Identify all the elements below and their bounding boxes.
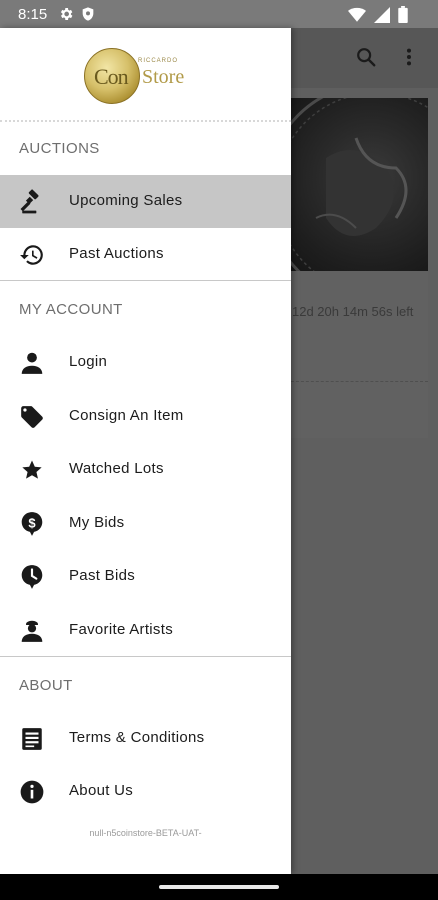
header-divider [0, 120, 291, 122]
person-icon [19, 350, 45, 376]
system-nav-bar [0, 874, 438, 900]
history-icon [19, 242, 45, 268]
nav-item-terms-and-conditions[interactable]: Terms & Conditions [0, 712, 291, 765]
signal-icon [374, 6, 390, 28]
nav-item-label: Watched Lots [69, 460, 164, 477]
section-title-my-account: MY ACCOUNT [19, 301, 123, 318]
nav-item-label: About Us [69, 782, 134, 799]
artist-icon [19, 618, 45, 644]
nav-item-favorite-artists[interactable]: Favorite Artists [0, 604, 291, 657]
svg-text:$: $ [28, 515, 36, 530]
section-title-about: ABOUT [19, 677, 73, 694]
build-version-text: null-n5coinstore-BETA-UAT- [89, 828, 202, 838]
nav-item-login[interactable]: Login [0, 336, 291, 389]
nav-item-about-us[interactable]: About Us [0, 765, 291, 818]
auction-card[interactable]: 12d 20h 14m 56s left [286, 98, 428, 438]
section-divider [0, 280, 291, 281]
clock-pin-icon [19, 564, 45, 590]
gear-icon [58, 6, 74, 27]
logo-pre-text: RICCARDO [138, 58, 179, 64]
drawer-header: RICCARDO Con Store [0, 28, 291, 120]
section-title-auctions: AUCTIONS [19, 140, 100, 157]
nav-item-past-bids[interactable]: Past Bids [0, 550, 291, 603]
logo-text-store: Store [142, 66, 185, 88]
nav-item-label: Past Bids [69, 567, 136, 584]
nav-item-label: Past Auctions [69, 245, 164, 262]
nav-item-consign-an-item[interactable]: Consign An Item [0, 390, 291, 443]
section-divider [0, 656, 291, 657]
more-vert-icon[interactable] [404, 46, 414, 73]
home-gesture-handle[interactable] [159, 885, 279, 889]
wifi-icon [348, 7, 366, 28]
nav-item-past-auctions[interactable]: Past Auctions [0, 228, 291, 281]
nav-item-label: My Bids [69, 514, 125, 531]
nav-item-upcoming-sales[interactable]: Upcoming Sales [0, 175, 291, 228]
status-time: 8:15 [18, 6, 48, 23]
status-bar: 8:15 [0, 0, 438, 28]
navigation-drawer: RICCARDO Con Store AUCTIONS Upcoming Sal… [0, 28, 291, 874]
auction-card-image [286, 98, 428, 271]
shield-icon [80, 6, 96, 27]
battery-icon [398, 6, 408, 28]
nav-item-my-bids[interactable]: $ My Bids [0, 497, 291, 550]
time-left-text: 12d 20h 14m 56s left [292, 304, 414, 319]
search-icon[interactable] [355, 46, 377, 73]
tag-icon [19, 404, 45, 430]
star-icon [19, 457, 45, 483]
info-icon [19, 779, 45, 805]
card-divider [286, 381, 428, 382]
nav-item-label: Favorite Artists [69, 621, 173, 638]
gavel-icon [19, 189, 45, 215]
coinstore-logo[interactable]: RICCARDO Con Store [84, 44, 204, 104]
document-icon [19, 726, 45, 752]
dollar-pin-icon: $ [19, 511, 45, 537]
nav-item-label: Terms & Conditions [69, 729, 205, 746]
nav-item-watched-lots[interactable]: Watched Lots [0, 443, 291, 496]
logo-text-con: Con [94, 64, 129, 89]
nav-item-label: Consign An Item [69, 407, 184, 424]
nav-item-label: Upcoming Sales [69, 192, 183, 209]
nav-item-label: Login [69, 353, 108, 370]
